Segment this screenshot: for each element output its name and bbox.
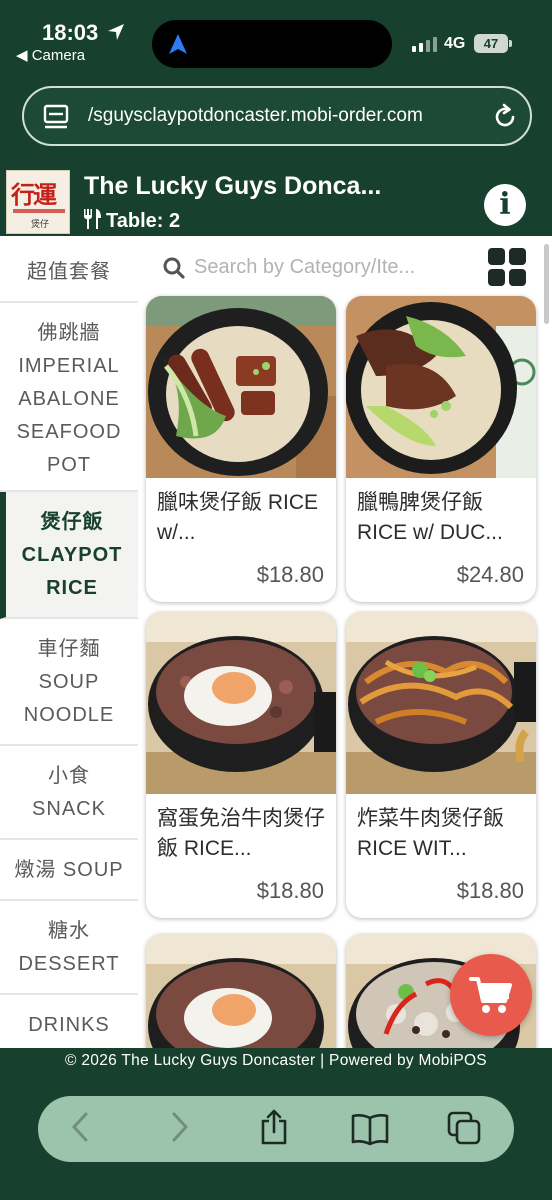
sidebar-item-soup[interactable]: 燉湯 SOUP (0, 840, 138, 901)
restaurant-logo: 行運 煲仔 (6, 170, 70, 234)
status-bar: 18:03 ◀ Camera 4G 47 (0, 0, 552, 78)
location-arrow-icon (108, 24, 124, 40)
url-text[interactable]: /sguysclaypotdoncaster.mobi-order.com (88, 105, 488, 127)
restaurant-name: The Lucky Guys Donca... (84, 172, 382, 200)
scrollbar[interactable] (544, 244, 549, 324)
cart-button[interactable] (450, 954, 532, 1036)
search-input[interactable] (194, 252, 440, 282)
grid-view-toggle-icon[interactable] (488, 248, 526, 286)
address-bar[interactable]: /sguysclaypotdoncaster.mobi-order.com (22, 86, 532, 146)
sidebar-item-claypot-rice[interactable]: 煲仔飯 CLAYPOT RICE (0, 492, 138, 619)
clock: 18:03 (42, 20, 99, 45)
restaurant-header: 行運 煲仔 The Lucky Guys Donca... Table: 2 i (0, 160, 552, 236)
bookmarks-icon[interactable] (350, 1112, 390, 1146)
product-card[interactable]: 臘味煲仔飯 RICE w/... $18.80 (146, 296, 336, 602)
product-photo (146, 934, 336, 1048)
product-name: 臘鴨脾煲仔飯 RICE w/ DUC... (357, 491, 503, 544)
sidebar-item-value-set[interactable]: 超值套餐 (0, 236, 138, 303)
product-card[interactable] (146, 934, 336, 1048)
product-card[interactable]: 臘鴨脾煲仔飯 RICE w/ DUC... $24.80 (346, 296, 536, 602)
back-to-camera-link[interactable]: ◀ Camera (16, 46, 85, 64)
menu-content: 超值套餐 佛跳牆 IMPERIAL ABALONE SEAFOOD POT 煲仔… (0, 236, 552, 1048)
sidebar-item-drinks[interactable]: DRINKS (0, 995, 138, 1048)
product-photo (346, 296, 536, 478)
search-bar (150, 244, 546, 294)
tabs-icon[interactable] (446, 1110, 482, 1146)
product-price: $18.80 (256, 878, 324, 903)
product-name: 臘味煲仔飯 RICE w/... (157, 491, 319, 544)
reload-icon[interactable] (490, 102, 520, 132)
network-type: 4G (444, 35, 466, 52)
product-card[interactable]: 窩蛋免治牛肉煲仔飯 RICE... $18.80 (146, 612, 336, 918)
page-menu-icon[interactable] (42, 103, 70, 131)
site-footer: © 2026 The Lucky Guys Doncaster | Powere… (0, 1048, 552, 1082)
product-price: $24.80 (456, 562, 524, 587)
sidebar-item-soup-noodle[interactable]: 車仔麵 SOUP NOODLE (0, 619, 138, 746)
product-name: 窩蛋免治牛肉煲仔飯 RICE... (157, 807, 325, 860)
signal-icon (412, 36, 438, 52)
sidebar-item-imperial-abalone-seafood-pot[interactable]: 佛跳牆 IMPERIAL ABALONE SEAFOOD POT (0, 303, 138, 492)
product-card[interactable]: 炸菜牛肉煲仔飯 RICE WIT... $18.80 (346, 612, 536, 918)
product-price: $18.80 (256, 562, 324, 587)
product-photo (146, 612, 336, 794)
sidebar-item-snack[interactable]: 小食 SNACK (0, 746, 138, 840)
table-info: Table: 2 (82, 208, 180, 233)
table-number: Table: 2 (106, 210, 181, 232)
navigation-arrow-icon (169, 34, 187, 54)
category-sidebar[interactable]: 超值套餐 佛跳牆 IMPERIAL ABALONE SEAFOOD POT 煲仔… (0, 236, 138, 1048)
cutlery-icon (84, 209, 101, 229)
info-button[interactable]: i (484, 184, 526, 226)
battery-icon: 47 (474, 34, 512, 53)
share-icon[interactable] (258, 1108, 290, 1146)
browser-toolbar (38, 1096, 514, 1162)
search-icon (163, 257, 185, 279)
product-photo (346, 612, 536, 794)
back-chevron-icon[interactable] (68, 1110, 94, 1144)
product-photo (146, 296, 336, 478)
shopping-cart-icon (469, 977, 512, 1013)
forward-chevron-icon[interactable] (166, 1110, 192, 1144)
sidebar-item-dessert[interactable]: 糖水 DESSERT (0, 901, 138, 995)
product-name: 炸菜牛肉煲仔飯 RICE WIT... (357, 807, 504, 860)
product-price: $18.80 (456, 878, 524, 903)
logo-text: 行運 (11, 180, 57, 209)
dynamic-island (152, 20, 392, 68)
